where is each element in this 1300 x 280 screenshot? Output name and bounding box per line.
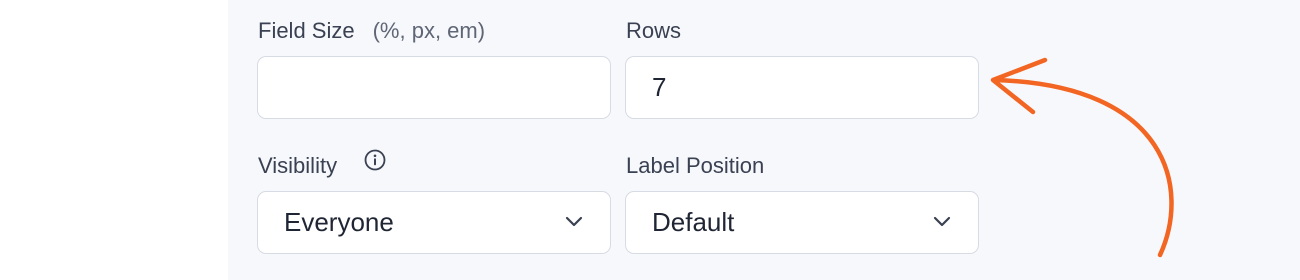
visibility-label: Visibility (258, 153, 338, 178)
curved-arrow-icon (990, 57, 1174, 258)
label-position-select[interactable]: Default (625, 191, 979, 254)
chevron-down-icon (565, 216, 583, 227)
rows-input-value: 7 (652, 72, 667, 102)
field-size-label: Field Size (%, px, em) (258, 18, 485, 44)
field-size-input[interactable] (258, 57, 610, 118)
chevron-down-icon (933, 216, 951, 227)
field-size-label-text: Field Size (258, 18, 355, 43)
label-position-label: Label Position (626, 153, 765, 178)
field-size-input-wrapper (257, 56, 611, 119)
visibility-select[interactable]: Everyone (257, 191, 611, 254)
left-gutter (0, 0, 228, 280)
info-icon[interactable] (364, 149, 386, 171)
visibility-select-value: Everyone (284, 207, 394, 237)
rows-label: Rows (626, 18, 682, 43)
rows-input[interactable]: 7 (625, 56, 979, 119)
label-position-select-value: Default (652, 207, 735, 237)
field-size-hint: (%, px, em) (372, 18, 486, 43)
